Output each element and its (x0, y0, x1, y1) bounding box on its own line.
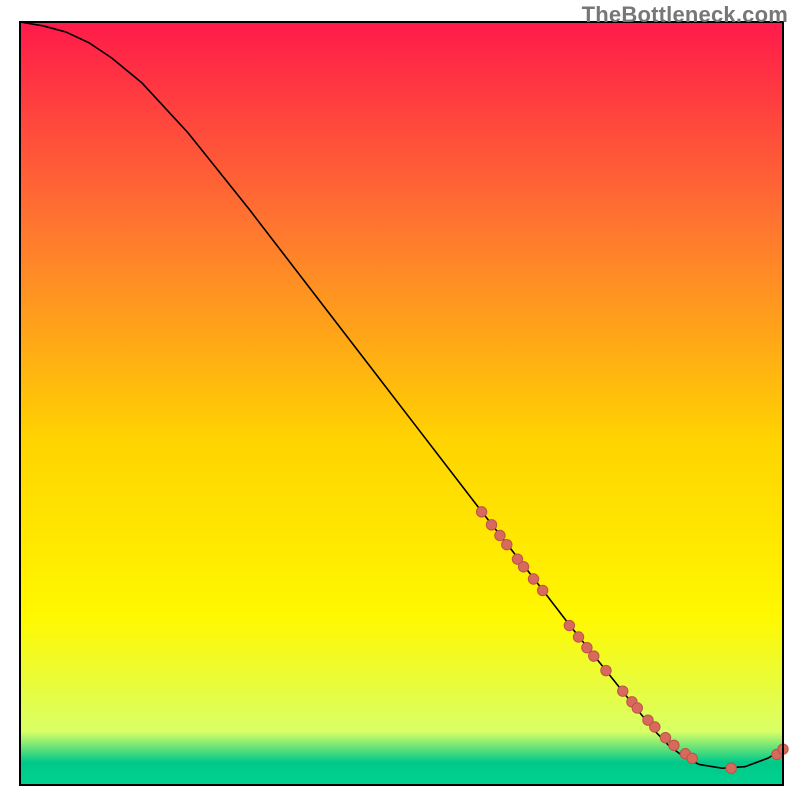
data-marker (660, 732, 670, 742)
data-marker (582, 642, 592, 652)
data-marker (618, 686, 628, 696)
data-marker (476, 507, 486, 517)
data-marker (589, 651, 599, 661)
data-marker (687, 753, 697, 763)
data-marker (650, 722, 660, 732)
data-marker (537, 585, 547, 595)
data-marker (564, 620, 574, 630)
plot-background (20, 22, 783, 785)
data-marker (601, 665, 611, 675)
data-marker (518, 562, 528, 572)
data-marker (726, 763, 736, 773)
data-marker (528, 574, 538, 584)
chart-container: { "watermark": "TheBottleneck.com", "col… (0, 0, 800, 800)
data-marker (573, 632, 583, 642)
data-marker (486, 520, 496, 530)
watermark-text: TheBottleneck.com (582, 2, 788, 28)
data-marker (495, 530, 505, 540)
chart-svg (0, 0, 800, 800)
data-marker (632, 703, 642, 713)
data-marker (502, 539, 512, 549)
data-marker (669, 740, 679, 750)
